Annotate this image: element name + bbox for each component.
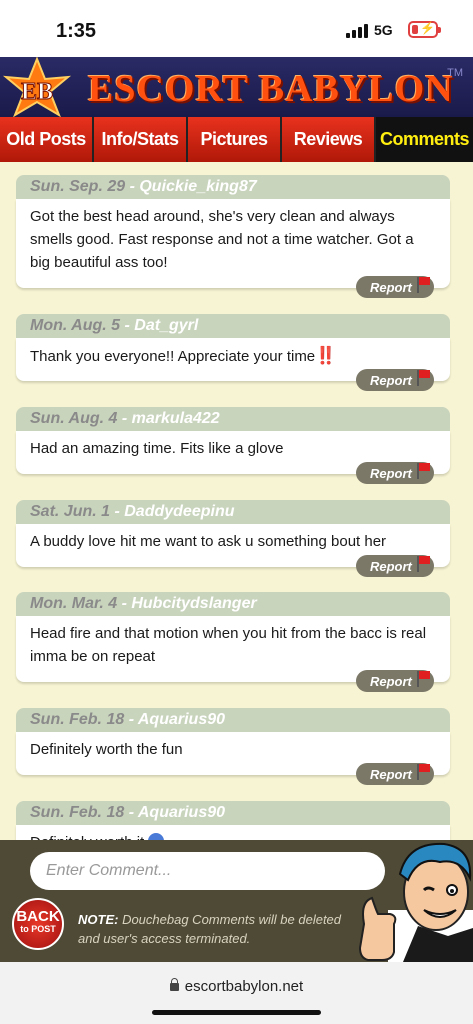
moderation-note: NOTE: Douchebag Comments will be deleted… [78, 910, 358, 948]
comment-item: Sun. Feb. 18 - Aquarius90 Definitely wor… [16, 708, 450, 801]
comment-date: Sat. Jun. 1 [30, 503, 111, 520]
tab-info-stats[interactable]: Info/Stats [94, 117, 188, 162]
tab-pictures[interactable]: Pictures [188, 117, 282, 162]
comment-text: A buddy love hit me want to ask u someth… [30, 533, 387, 550]
report-label: Report [370, 465, 412, 481]
site-title[interactable]: ESCORT BABYLON [88, 67, 454, 111]
flag-icon [416, 277, 430, 293]
back-label: BACK [16, 908, 60, 925]
report-label: Report [370, 279, 412, 295]
status-bar: 1:35 5G ⚡ [0, 0, 473, 57]
status-time: 1:35 [56, 20, 97, 42]
comment-date: Sun. Feb. 18 [30, 711, 125, 728]
report-button[interactable]: Report [356, 276, 434, 298]
flag-icon [416, 463, 430, 479]
comment-username[interactable]: Quickie_king87 [139, 178, 256, 195]
report-button[interactable]: Report [356, 462, 434, 484]
comments-list: Sun. Sep. 29 - Quickie_king87 Got the be… [16, 175, 450, 868]
battery-icon: ⚡ [408, 21, 441, 38]
trademark: TM [447, 67, 463, 79]
comment-item: Mon. Mar. 4 - Hubcitydslanger Head fire … [16, 592, 450, 708]
comment-item: Sun. Aug. 4 - markula422 Had an amazing … [16, 407, 450, 500]
note-text: Douchebag Comments will be deleted and u… [78, 912, 342, 946]
report-label: Report [370, 372, 412, 388]
network-label: 5G [374, 22, 393, 38]
flag-icon [416, 370, 430, 386]
report-label: Report [370, 766, 412, 782]
comment-date: Sun. Sep. 29 [30, 178, 126, 195]
comment-header: Sun. Sep. 29 - Quickie_king87 [16, 175, 450, 199]
comment-text: Definitely worth the fun [30, 741, 183, 758]
flag-icon [416, 556, 430, 572]
browser-url-bar[interactable]: escortbabylon.net [0, 962, 473, 1024]
url-text: escortbabylon.net [184, 978, 304, 995]
report-button[interactable]: Report [356, 670, 434, 692]
comment-username[interactable]: markula422 [132, 410, 220, 427]
logo-star-icon[interactable]: EB [2, 57, 72, 117]
comment-input[interactable] [30, 852, 385, 890]
report-button[interactable]: Report [356, 763, 434, 785]
comment-username[interactable]: Hubcitydslanger [131, 595, 256, 612]
comment-text: Thank you everyone!! Appreciate your tim… [30, 348, 316, 365]
back-sublabel: to POST [20, 924, 56, 934]
report-button[interactable]: Report [356, 555, 434, 577]
site-header: EB ESCORT BABYLON TM [0, 57, 473, 117]
comment-username[interactable]: Aquarius90 [138, 804, 225, 821]
report-button[interactable]: Report [356, 369, 434, 391]
comment-header: Mon. Aug. 5 - Dat_gyrl [16, 314, 450, 338]
comment-username[interactable]: Aquarius90 [138, 711, 225, 728]
comment-header: Mon. Mar. 4 - Hubcitydslanger [16, 592, 450, 616]
note-label: NOTE: [78, 912, 119, 927]
comment-text: Got the best head around, she's very cle… [30, 208, 414, 271]
logo-badge-text: EB [21, 79, 53, 105]
comment-username[interactable]: Daddydeepinu [124, 503, 234, 520]
comment-header: Sun. Feb. 18 - Aquarius90 [16, 801, 450, 825]
comment-header: Sun. Aug. 4 - markula422 [16, 407, 450, 431]
back-to-post-button[interactable]: BACK to POST [12, 898, 64, 950]
comment-item: Sun. Sep. 29 - Quickie_king87 Got the be… [16, 175, 450, 314]
signal-icon [346, 24, 370, 38]
comment-username[interactable]: Dat_gyrl [134, 317, 198, 334]
tab-old-posts[interactable]: Old Posts [0, 117, 94, 162]
lock-icon [169, 978, 179, 991]
tab-reviews[interactable]: Reviews [282, 117, 376, 162]
home-indicator[interactable] [152, 1010, 321, 1015]
main-nav: Old Posts Info/Stats Pictures Reviews Co… [0, 117, 473, 162]
comment-date: Mon. Mar. 4 [30, 595, 118, 612]
report-label: Report [370, 558, 412, 574]
comment-body: Got the best head around, she's very cle… [16, 199, 450, 288]
comment-date: Sun. Aug. 4 [30, 410, 118, 427]
comment-header: Sat. Jun. 1 - Daddydeepinu [16, 500, 450, 524]
tab-comments[interactable]: Comments [376, 117, 473, 162]
comment-header: Sun. Feb. 18 - Aquarius90 [16, 708, 450, 732]
comment-date: Mon. Aug. 5 [30, 317, 121, 334]
comment-text: Head fire and that motion when you hit f… [30, 625, 427, 665]
double-exclamation-icon: ‼️ [315, 346, 336, 365]
flag-icon [416, 671, 430, 687]
comment-text: Had an amazing time. Fits like a glove [30, 440, 284, 457]
comment-item: Mon. Aug. 5 - Dat_gyrl Thank you everyon… [16, 314, 450, 407]
comment-item: Sat. Jun. 1 - Daddydeepinu A buddy love … [16, 500, 450, 592]
mascot-thumbs-up-icon [358, 842, 473, 962]
flag-icon [416, 764, 430, 780]
comment-entry-panel: BACK to POST NOTE: Douchebag Comments wi… [0, 840, 473, 962]
comment-date: Sun. Feb. 18 [30, 804, 125, 821]
report-label: Report [370, 673, 412, 689]
